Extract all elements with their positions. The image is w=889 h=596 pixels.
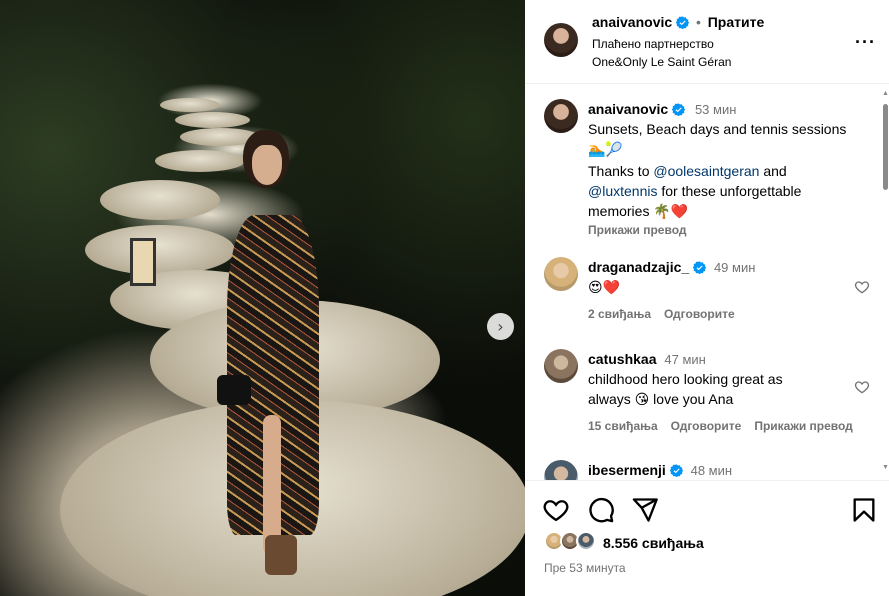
- comment: catushkaa 47 мин childhood hero looking …: [544, 349, 870, 439]
- reply-button[interactable]: Одговорите: [664, 307, 735, 321]
- caption-thanks-line2: @luxtennis for these unforgettable: [588, 181, 801, 201]
- comment-header: draganadzajic_ 49 мин: [588, 257, 755, 278]
- post-header: anaivanovic • Пратите Плаћено партнерств…: [525, 0, 889, 84]
- more-options-icon[interactable]: ···: [855, 33, 876, 51]
- comment-text: always 😘 love you Ana: [588, 391, 734, 407]
- heart-icon[interactable]: [854, 279, 870, 295]
- next-photo-button[interactable]: ›: [487, 313, 514, 340]
- stepping-stone: [100, 180, 220, 220]
- verified-badge-icon: [669, 464, 683, 477]
- post-photo[interactable]: ›: [0, 0, 525, 596]
- verified-badge-icon: [676, 16, 690, 29]
- heart-icon[interactable]: [542, 496, 570, 524]
- caption-emoji: 🏊🎾: [588, 141, 623, 157]
- lantern: [130, 238, 156, 286]
- comment-text: 😍❤️: [588, 279, 621, 295]
- share-icon[interactable]: [631, 496, 659, 524]
- likes-count[interactable]: 8.556 свиђања: [603, 535, 704, 551]
- heart-icon[interactable]: [854, 379, 870, 395]
- caption-text: and: [759, 163, 787, 179]
- caption-text: Thanks to: [588, 163, 654, 179]
- comment-icon[interactable]: [587, 496, 615, 524]
- author-username[interactable]: anaivanovic: [592, 14, 672, 30]
- woman-figure: [215, 125, 325, 585]
- follow-button[interactable]: Пратите: [708, 14, 765, 30]
- stepping-stone: [85, 225, 235, 275]
- verified-badge-icon: [672, 103, 686, 116]
- bookmark-icon[interactable]: [850, 496, 878, 524]
- header-title-row: anaivanovic • Пратите: [592, 14, 764, 30]
- mention-link[interactable]: @oolesaintgeran: [653, 163, 759, 179]
- post-time[interactable]: Пре 53 минута: [544, 561, 626, 575]
- avatar[interactable]: [544, 460, 578, 480]
- comment-likes[interactable]: 15 свиђања: [588, 419, 658, 433]
- verified-badge-icon: [693, 261, 707, 274]
- caption-memories: memories 🌴❤️: [588, 203, 689, 219]
- mention-link[interactable]: @luxtennis: [588, 183, 657, 199]
- reply-button[interactable]: Одговорите: [671, 419, 742, 433]
- caption-line1: Sunsets, Beach days and tennis sessions: [588, 121, 847, 137]
- comment-username[interactable]: catushkaa: [588, 351, 656, 367]
- avatar[interactable]: [544, 23, 578, 57]
- post-sidebar: anaivanovic • Пратите Плаћено партнерств…: [525, 0, 889, 596]
- caption-text: for these unforgettable: [657, 183, 802, 199]
- comment: ibesermenji 48 мин: [544, 460, 870, 480]
- comments-list: anaivanovic 53 мин Sunsets, Beach days a…: [525, 85, 889, 480]
- comment-meta: 15 свиђања Одговорите Прикажи превод: [588, 419, 866, 433]
- comment-username[interactable]: ibesermenji: [588, 462, 666, 478]
- avatar[interactable]: [544, 257, 578, 291]
- comment-time[interactable]: 48 мин: [691, 463, 732, 478]
- comment-time[interactable]: 49 мин: [714, 260, 755, 275]
- caption: anaivanovic 53 мин Sunsets, Beach days a…: [544, 99, 870, 237]
- comment: draganadzajic_ 49 мин 😍❤️ 2 свиђања Одгов…: [544, 257, 870, 329]
- caption-header: anaivanovic 53 мин: [588, 99, 736, 120]
- scroll-down-arrow[interactable]: ▼: [882, 464, 889, 472]
- comment-likes[interactable]: 2 свиђања: [588, 307, 651, 321]
- comment-username[interactable]: draganadzajic_: [588, 259, 689, 275]
- avatar: [576, 531, 596, 551]
- post-actions: 8.556 свиђања Пре 53 минута: [525, 480, 889, 596]
- chevron-right-icon: ›: [497, 316, 504, 336]
- paid-partnership-label[interactable]: Плаћено партнерство: [592, 37, 714, 51]
- comment-text: childhood hero looking great as: [588, 371, 783, 387]
- scrollbar-thumb[interactable]: [883, 104, 888, 190]
- stepping-stone: [160, 98, 220, 112]
- avatar[interactable]: [544, 99, 578, 133]
- separator-dot: •: [695, 14, 701, 30]
- location-link[interactable]: One&Only Le Saint Géran: [592, 55, 731, 69]
- comment-time[interactable]: 47 мин: [664, 352, 705, 367]
- comment-header: ibesermenji 48 мин: [588, 460, 732, 480]
- comment-header: catushkaa 47 мин: [588, 349, 706, 370]
- see-translation-link[interactable]: Прикажи превод: [754, 419, 853, 433]
- see-translation-link[interactable]: Прикажи превод: [588, 223, 687, 237]
- caption-username[interactable]: anaivanovic: [588, 101, 668, 117]
- avatar[interactable]: [544, 349, 578, 383]
- caption-time[interactable]: 53 мин: [695, 102, 736, 117]
- comment-meta: 2 свиђања Одговорите: [588, 307, 748, 321]
- comments-scrollbar[interactable]: ▲ ▼: [881, 90, 889, 475]
- scroll-up-arrow[interactable]: ▲: [882, 90, 889, 98]
- caption-thanks-line: Thanks to @oolesaintgeran and: [588, 161, 787, 181]
